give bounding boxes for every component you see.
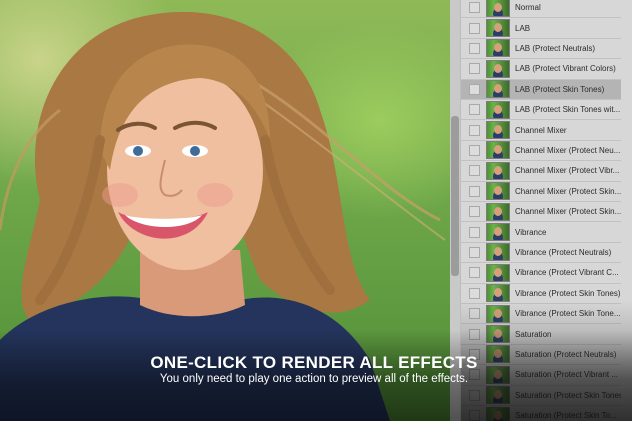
layer-thumbnail-icon — [486, 141, 510, 160]
layer-row[interactable]: Channel Mixer (Protect Skin... — [461, 202, 621, 223]
promo-stage: Normal LAB LAB (Protect Neutrals) LAB (Prot… — [0, 0, 632, 421]
visibility-toggle-icon[interactable] — [469, 144, 480, 156]
layer-thumbnail-icon — [486, 0, 510, 17]
layer-label: Vibrance (Protect Vibrant C... — [515, 268, 619, 278]
layer-row[interactable]: Saturation — [461, 324, 621, 345]
visibility-toggle-icon[interactable] — [469, 328, 480, 340]
visibility-toggle-icon[interactable] — [469, 124, 480, 136]
layer-thumbnail-icon — [486, 80, 510, 99]
layer-label: Channel Mixer (Protect Skin... — [515, 186, 621, 196]
layer-thumbnail-icon — [486, 304, 510, 323]
headline: ONE-CLICK TO RENDER ALL EFFECTS — [150, 353, 478, 372]
visibility-toggle-icon[interactable] — [469, 206, 480, 218]
layer-label: Channel Mixer — [515, 125, 567, 135]
layer-thumbnail-icon — [486, 263, 510, 282]
layer-row[interactable]: LAB — [461, 18, 621, 39]
layer-label: LAB (Protect Skin Tones) — [515, 84, 605, 94]
visibility-toggle-icon[interactable] — [469, 410, 480, 421]
layer-row[interactable]: Vibrance (Protect Neutrals) — [461, 243, 621, 264]
layer-label: Normal — [515, 3, 541, 13]
layer-thumbnail-icon — [486, 121, 510, 140]
layer-thumbnail-icon — [486, 325, 510, 344]
visibility-toggle-icon[interactable] — [469, 165, 480, 177]
visibility-toggle-icon[interactable] — [469, 83, 480, 95]
visibility-toggle-icon[interactable] — [469, 42, 480, 54]
layer-row[interactable]: LAB (Protect Skin Tones wit... — [461, 100, 621, 121]
layer-row[interactable]: Vibrance (Protect Vibrant C... — [461, 263, 621, 284]
layer-label: Saturation (Protect Skin Tones) — [515, 390, 621, 400]
layer-row[interactable]: Saturation (Protect Skin Tones) — [461, 386, 621, 406]
layer-thumbnail-icon — [486, 182, 510, 201]
visibility-toggle-icon[interactable] — [469, 308, 480, 320]
layer-row[interactable]: LAB (Protect Neutrals) — [461, 39, 621, 60]
layer-label: LAB — [515, 23, 531, 33]
layer-thumbnail-icon — [486, 59, 510, 78]
layer-row[interactable]: Vibrance (Protect Skin Tone... — [461, 304, 621, 325]
visibility-toggle-icon[interactable] — [469, 389, 480, 401]
visibility-toggle-icon[interactable] — [469, 267, 480, 279]
layer-row[interactable]: Vibrance (Protect Skin Tones) — [461, 284, 621, 304]
layer-row[interactable]: Vibrance — [461, 222, 621, 243]
layer-label: LAB (Protect Neutrals) — [515, 43, 596, 53]
layer-thumbnail-icon — [486, 202, 510, 221]
layer-thumbnail-icon — [486, 19, 510, 38]
layer-thumbnail-icon — [486, 100, 510, 119]
scrollbar-thumb[interactable] — [451, 116, 459, 276]
layer-thumbnail-icon — [486, 39, 510, 58]
layer-label: Saturation — [515, 329, 552, 339]
layer-label: LAB (Protect Vibrant Colors) — [515, 64, 616, 74]
layer-label: LAB (Protect Skin Tones wit... — [515, 105, 621, 115]
layer-thumbnail-icon — [486, 243, 510, 262]
layer-row[interactable]: Channel Mixer — [461, 120, 621, 141]
visibility-toggle-icon[interactable] — [469, 246, 480, 258]
visibility-toggle-icon[interactable] — [469, 104, 480, 116]
layer-label: Saturation (Protect Skin To... — [515, 411, 617, 421]
layer-label: Vibrance (Protect Neutrals) — [515, 247, 612, 257]
layer-label: Channel Mixer (Protect Skin... — [515, 207, 621, 217]
visibility-toggle-icon[interactable] — [469, 226, 480, 238]
visibility-toggle-icon[interactable] — [469, 63, 480, 75]
layer-row[interactable]: LAB (Protect Vibrant Colors) — [461, 59, 621, 80]
layer-thumbnail-icon — [486, 284, 510, 303]
layer-label: Vibrance (Protect Skin Tones) — [515, 288, 621, 298]
layer-thumbnail-icon — [486, 406, 510, 421]
layer-thumbnail-icon — [486, 223, 510, 242]
layer-thumbnail-icon — [486, 161, 510, 180]
layer-row[interactable]: Channel Mixer (Protect Neu... — [461, 141, 621, 162]
layer-label: Channel Mixer (Protect Vibr... — [515, 166, 620, 176]
subheadline: You only need to play one action to prev… — [159, 373, 469, 385]
layer-row[interactable]: LAB (Protect Skin Tones) — [461, 79, 621, 100]
layer-label: Channel Mixer (Protect Neu... — [515, 145, 621, 155]
visibility-toggle-icon[interactable] — [469, 185, 480, 197]
visibility-toggle-icon[interactable] — [469, 287, 480, 299]
visibility-toggle-icon[interactable] — [469, 22, 480, 34]
layer-label: Vibrance (Protect Skin Tone... — [515, 309, 621, 319]
layer-row[interactable]: Saturation (Protect Skin To... — [461, 406, 621, 421]
layer-row[interactable]: Channel Mixer (Protect Vibr... — [461, 161, 621, 182]
visibility-toggle-icon[interactable] — [469, 2, 480, 14]
layer-label: Vibrance — [515, 227, 547, 237]
layer-row[interactable]: Channel Mixer (Protect Skin... — [461, 182, 621, 202]
layer-thumbnail-icon — [486, 386, 510, 405]
layer-row[interactable]: Normal — [461, 0, 621, 19]
